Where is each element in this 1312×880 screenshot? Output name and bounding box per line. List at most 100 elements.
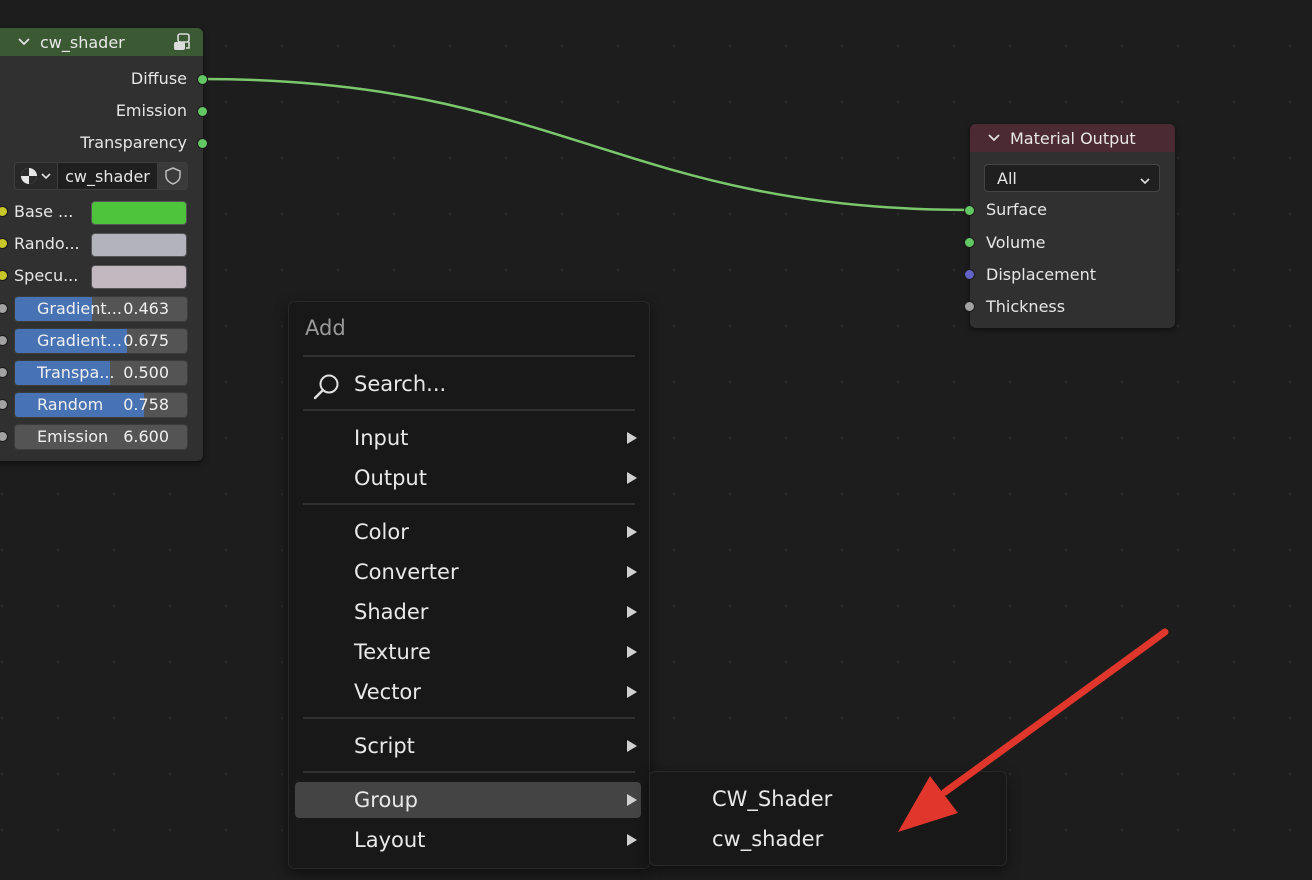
color-swatch[interactable] [91, 233, 187, 257]
menu-item-search[interactable]: Search... [295, 366, 641, 402]
slider-value: 0.675 [123, 331, 169, 350]
input-row-transparency[interactable]: Transpa... 0.500 [0, 360, 203, 386]
input-socket[interactable] [0, 335, 8, 346]
menu-item-label: Search... [354, 372, 447, 396]
input-label: Rando... [14, 234, 80, 253]
target-select-value: All [997, 168, 1017, 188]
submenu-arrow-icon [627, 472, 637, 484]
input-row-emission[interactable]: Emission 6.600 [0, 424, 203, 450]
menu-item-label: Converter [354, 560, 459, 584]
node-tree-icon[interactable] [171, 32, 193, 52]
value-slider[interactable]: Gradient... 0.463 [14, 296, 188, 322]
value-field[interactable]: Emission 6.600 [14, 424, 188, 450]
input-socket[interactable] [0, 270, 8, 281]
menu-separator [303, 717, 635, 719]
input-thickness-socket[interactable] [964, 301, 975, 312]
chevron-down-icon[interactable] [984, 128, 1004, 148]
menu-item-converter[interactable]: Converter [295, 554, 641, 590]
slider-value: 0.758 [123, 395, 169, 414]
output-diffuse-socket[interactable] [197, 74, 208, 85]
menu-separator [303, 409, 635, 411]
input-row-base-color[interactable]: Base ... [0, 199, 203, 225]
menu-item-group[interactable]: Group [295, 782, 641, 818]
group-node-cw-shader[interactable]: cw_shader Diffuse Emission Transparency … [0, 28, 208, 461]
menu-item-script[interactable]: Script [295, 728, 641, 764]
chevron-down-icon [1139, 172, 1151, 191]
submenu-arrow-icon [627, 526, 637, 538]
input-volume-socket[interactable] [964, 237, 975, 248]
menu-item-texture[interactable]: Texture [295, 634, 641, 670]
slider-label: Gradient... [37, 299, 122, 318]
menu-item-output[interactable]: Output [295, 460, 641, 496]
value-slider[interactable]: Random 0.758 [14, 392, 188, 418]
slider-value: 0.500 [123, 363, 169, 382]
target-select[interactable]: All [984, 164, 1160, 192]
color-swatch[interactable] [91, 265, 187, 289]
node-tree-type-icon[interactable] [14, 162, 58, 190]
menu-separator [303, 355, 635, 357]
menu-item-vector[interactable]: Vector [295, 674, 641, 710]
chevron-down-icon[interactable] [14, 32, 34, 52]
input-socket[interactable] [0, 303, 8, 314]
output-emission-label: Emission [115, 101, 187, 120]
node-title: cw_shader [40, 32, 125, 52]
menu-item-input[interactable]: Input [295, 420, 641, 456]
menu-item-label: Script [354, 734, 415, 758]
submenu-item-cw-shader-lower[interactable]: cw_shader [712, 821, 823, 857]
menu-separator [303, 771, 635, 773]
slider-value: 0.463 [123, 299, 169, 318]
slider-value: 6.600 [123, 427, 169, 446]
menu-item-label: Shader [354, 600, 429, 624]
menu-item-shader[interactable]: Shader [295, 594, 641, 630]
node-title: Material Output [1010, 128, 1136, 148]
menu-item-label: Input [354, 426, 409, 450]
color-swatch[interactable] [91, 201, 187, 225]
input-row-gradient-1[interactable]: Gradient... 0.463 [0, 296, 203, 322]
group-submenu[interactable]: CW_Shader cw_shader [649, 771, 1007, 866]
output-transparency-label: Transparency [80, 133, 187, 152]
slider-label: Emission [37, 427, 109, 446]
input-row-random-color[interactable]: Rando... [0, 231, 203, 257]
menu-item-layout[interactable]: Layout [295, 822, 641, 858]
input-socket[interactable] [0, 431, 8, 442]
input-row-random[interactable]: Random 0.758 [0, 392, 203, 418]
input-label: Base ... [14, 202, 74, 221]
node-group-datablock-selector[interactable]: cw_shader [14, 162, 188, 190]
submenu-item-cw-shader-upper[interactable]: CW_Shader [712, 781, 832, 817]
menu-item-label: Output [354, 466, 427, 490]
value-slider[interactable]: Transpa... 0.500 [14, 360, 188, 386]
menu-item-label: Vector [354, 680, 421, 704]
shield-icon[interactable] [158, 162, 188, 190]
input-row-gradient-2[interactable]: Gradient... 0.675 [0, 328, 203, 354]
node-header[interactable]: cw_shader [0, 28, 203, 56]
slider-label: Gradient... [37, 331, 122, 350]
menu-item-label: Group [354, 788, 418, 812]
node-header[interactable]: Material Output [970, 124, 1175, 152]
input-surface-label: Surface [986, 200, 1047, 219]
datablock-name-field[interactable]: cw_shader [58, 162, 158, 190]
input-socket[interactable] [0, 367, 8, 378]
submenu-arrow-icon [627, 646, 637, 658]
input-row-specular-color[interactable]: Specu... [0, 263, 203, 289]
menu-title: Add [305, 316, 346, 340]
output-transparency-socket[interactable] [197, 138, 208, 149]
input-thickness-label: Thickness [986, 297, 1066, 316]
input-socket[interactable] [0, 238, 8, 249]
input-volume-label: Volume [986, 233, 1046, 252]
slider-label: Transpa... [37, 363, 115, 382]
output-emission-socket[interactable] [197, 106, 208, 117]
input-label: Specu... [14, 266, 79, 285]
menu-item-label: Texture [354, 640, 431, 664]
input-displacement-socket[interactable] [964, 269, 975, 280]
value-slider[interactable]: Gradient... 0.675 [14, 328, 188, 354]
submenu-arrow-icon [627, 606, 637, 618]
menu-item-color[interactable]: Color [295, 514, 641, 550]
material-output-node[interactable]: Material Output All Surface Volume Displ… [964, 124, 1175, 328]
input-socket[interactable] [0, 399, 8, 410]
add-menu[interactable]: Add Search... Input Output Color Convert… [288, 301, 650, 869]
input-surface-socket[interactable] [964, 205, 975, 216]
slider-label: Random [37, 395, 104, 414]
submenu-arrow-icon [627, 794, 637, 806]
input-socket[interactable] [0, 206, 8, 217]
input-displacement-label: Displacement [986, 265, 1096, 284]
